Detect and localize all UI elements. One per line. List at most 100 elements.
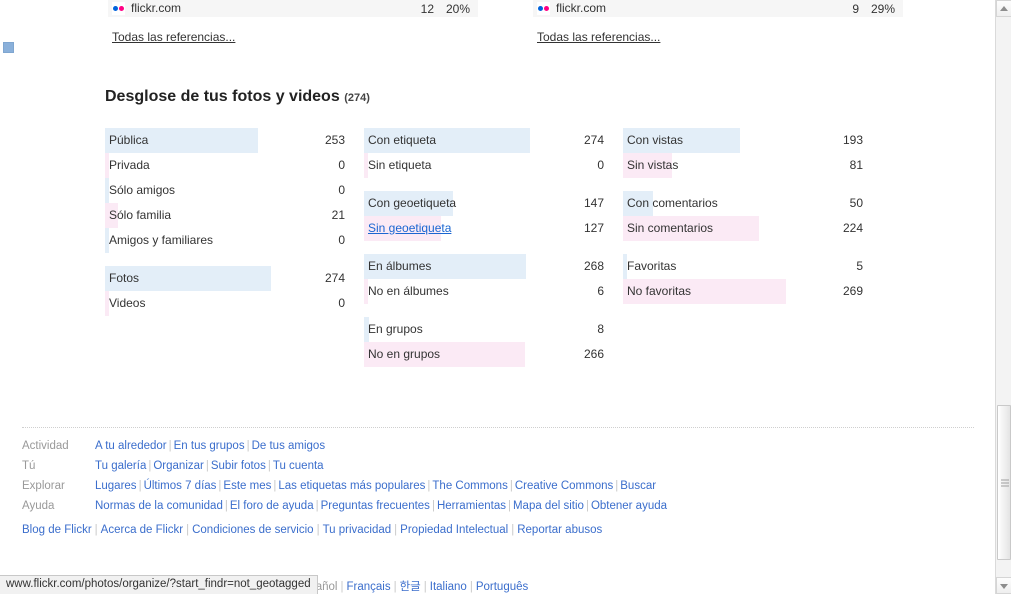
breakdown-value: 21 — [332, 203, 345, 228]
breakdown-value: 274 — [584, 128, 604, 153]
breakdown-label-link[interactable]: Sin geoetiqueta — [368, 221, 451, 235]
legal-link[interactable]: Tu privacidad — [323, 524, 392, 536]
breakdown-group: Con comentarios50Sin comentarios224 — [623, 191, 863, 241]
breakdown-row[interactable]: No en grupos 266 — [364, 342, 604, 367]
flickr-favicon-icon — [537, 2, 550, 15]
footer-nav-links: Normas de la comunidad|El foro de ayuda|… — [95, 500, 667, 512]
footer-link[interactable]: Tu galería — [95, 460, 146, 472]
breakdown-row[interactable]: En álbumes268 — [364, 254, 604, 279]
breakdown-row[interactable]: Amigos y familiares0 — [105, 228, 345, 253]
separator: | — [266, 460, 273, 472]
separator: | — [391, 581, 400, 593]
breakdown-label: Videos — [105, 291, 145, 316]
referrer-percent: 29% — [859, 2, 903, 16]
breakdown-row[interactable]: Videos0 — [105, 291, 345, 316]
breakdown-row[interactable]: Sólo familia 21 — [105, 203, 345, 228]
breakdown-row[interactable]: Sin etiqueta0 — [364, 153, 604, 178]
breakdown-label: Sólo familia — [105, 203, 171, 228]
breakdown-value: 266 — [584, 342, 604, 367]
scroll-up-button[interactable] — [996, 0, 1011, 17]
breakdown-label[interactable]: Sin geoetiqueta — [364, 216, 451, 241]
footer-link[interactable]: Creative Commons — [515, 480, 613, 492]
footer-link[interactable]: Organizar — [153, 460, 204, 472]
footer-nav-links: A tu alrededor|En tus grupos|De tus amig… — [95, 440, 325, 452]
vertical-scrollbar[interactable] — [995, 0, 1011, 594]
breakdown-row[interactable]: Sin vistas81 — [623, 153, 863, 178]
breakdown-label: Sin comentarios — [623, 216, 713, 241]
referrer-row[interactable]: flickr.com 12 20% — [108, 0, 478, 17]
breakdown-row[interactable]: No favoritas269 — [623, 279, 863, 304]
footer-link[interactable]: Obtener ayuda — [591, 500, 667, 512]
legal-link[interactable]: Condiciones de servicio — [192, 524, 313, 536]
breakdown-row[interactable]: Con comentarios50 — [623, 191, 863, 216]
legal-link[interactable]: Blog de Flickr — [22, 524, 92, 536]
footer-link[interactable]: Buscar — [620, 480, 656, 492]
legal-link[interactable]: Acerca de Flickr — [101, 524, 183, 536]
footer-link[interactable]: The Commons — [432, 480, 507, 492]
footer-link[interactable]: A tu alrededor — [95, 440, 167, 452]
breakdown-row[interactable]: Sin comentarios224 — [623, 216, 863, 241]
footer-link[interactable]: El foro de ayuda — [230, 500, 314, 512]
language-link[interactable]: Italiano — [430, 581, 467, 593]
breakdown-value: 0 — [338, 228, 345, 253]
page-title: Desglose de tus fotos y videos (274) — [105, 88, 370, 106]
footer-link[interactable]: Este mes — [223, 480, 271, 492]
breakdown-row[interactable]: No en álbumes6 — [364, 279, 604, 304]
breakdown-row[interactable]: Con etiqueta274 — [364, 128, 604, 153]
footer-link[interactable]: Lugares — [95, 480, 137, 492]
breakdown-group: Con vistas193Sin vistas81 — [623, 128, 863, 178]
page-title-count: (274) — [344, 92, 370, 104]
breakdown-label: Con geoetiqueta — [364, 191, 456, 216]
breakdown-value: 81 — [850, 153, 863, 178]
referrer-row[interactable]: flickr.com 9 29% — [533, 0, 903, 17]
breakdown-label: No en grupos — [364, 342, 440, 367]
breakdown-label: Fotos — [105, 266, 139, 291]
grip-icon — [1001, 477, 1009, 488]
language-link[interactable]: 한글 — [400, 581, 421, 593]
footer-nav-label: Tú — [22, 460, 95, 472]
breakdown-row[interactable]: Pública253 — [105, 128, 345, 153]
breakdown-row[interactable]: Con geoetiqueta147 — [364, 191, 604, 216]
footer-link[interactable]: De tus amigos — [252, 440, 326, 452]
footer-link[interactable]: Las etiquetas más populares — [278, 480, 425, 492]
footer-link[interactable]: En tus grupos — [174, 440, 245, 452]
separator: | — [430, 500, 437, 512]
breakdown-row[interactable]: Sólo amigos0 — [105, 178, 345, 203]
breakdown-value: 127 — [584, 216, 604, 241]
breakdown-group: En grupos8No en grupos 266 — [364, 317, 604, 367]
footer-link[interactable]: Últimos 7 días — [144, 480, 217, 492]
breakdown-row[interactable]: Sin geoetiqueta 127 — [364, 216, 604, 241]
breakdown-row[interactable]: En grupos8 — [364, 317, 604, 342]
breakdown-label: No en álbumes — [364, 279, 449, 304]
breakdown-row[interactable]: Fotos274 — [105, 266, 345, 291]
footer-link[interactable]: Subir fotos — [211, 460, 266, 472]
all-referrers-link[interactable]: Todas las referencias... — [112, 30, 235, 44]
page-edge-marker — [3, 42, 14, 53]
separator: | — [508, 480, 515, 492]
caret-down-icon — [1000, 584, 1008, 589]
breakdown-row[interactable]: Privada0 — [105, 153, 345, 178]
breakdown-label: Pública — [105, 128, 148, 153]
breakdown-value: 0 — [597, 153, 604, 178]
breakdown-row[interactable]: Con vistas193 — [623, 128, 863, 153]
breakdown-label: Con vistas — [623, 128, 683, 153]
footer-link[interactable]: Preguntas frecuentes — [321, 500, 430, 512]
referrer-count: 12 — [394, 2, 434, 16]
scroll-down-button[interactable] — [996, 577, 1011, 594]
language-link[interactable]: Français — [346, 581, 390, 593]
footer-nav-label: Actividad — [22, 440, 95, 452]
language-link[interactable]: Português — [476, 581, 528, 593]
breakdown-value: 0 — [338, 153, 345, 178]
all-referrers-link[interactable]: Todas las referencias... — [537, 30, 660, 44]
footer-link[interactable]: Herramientas — [437, 500, 506, 512]
breakdown-label: En álbumes — [364, 254, 431, 279]
legal-link[interactable]: Propiedad Intelectual — [400, 524, 508, 536]
footer-link[interactable]: Mapa del sitio — [513, 500, 584, 512]
legal-link[interactable]: Reportar abusos — [517, 524, 602, 536]
breakdown-row[interactable]: Favoritas5 — [623, 254, 863, 279]
footer-link[interactable]: Tu cuenta — [273, 460, 324, 472]
referrer-column: flickr.com 12 20% Todas las referencias.… — [108, 0, 478, 44]
breakdown-value: 50 — [850, 191, 863, 216]
scrollbar-thumb[interactable] — [997, 405, 1011, 560]
footer-link[interactable]: Normas de la comunidad — [95, 500, 223, 512]
